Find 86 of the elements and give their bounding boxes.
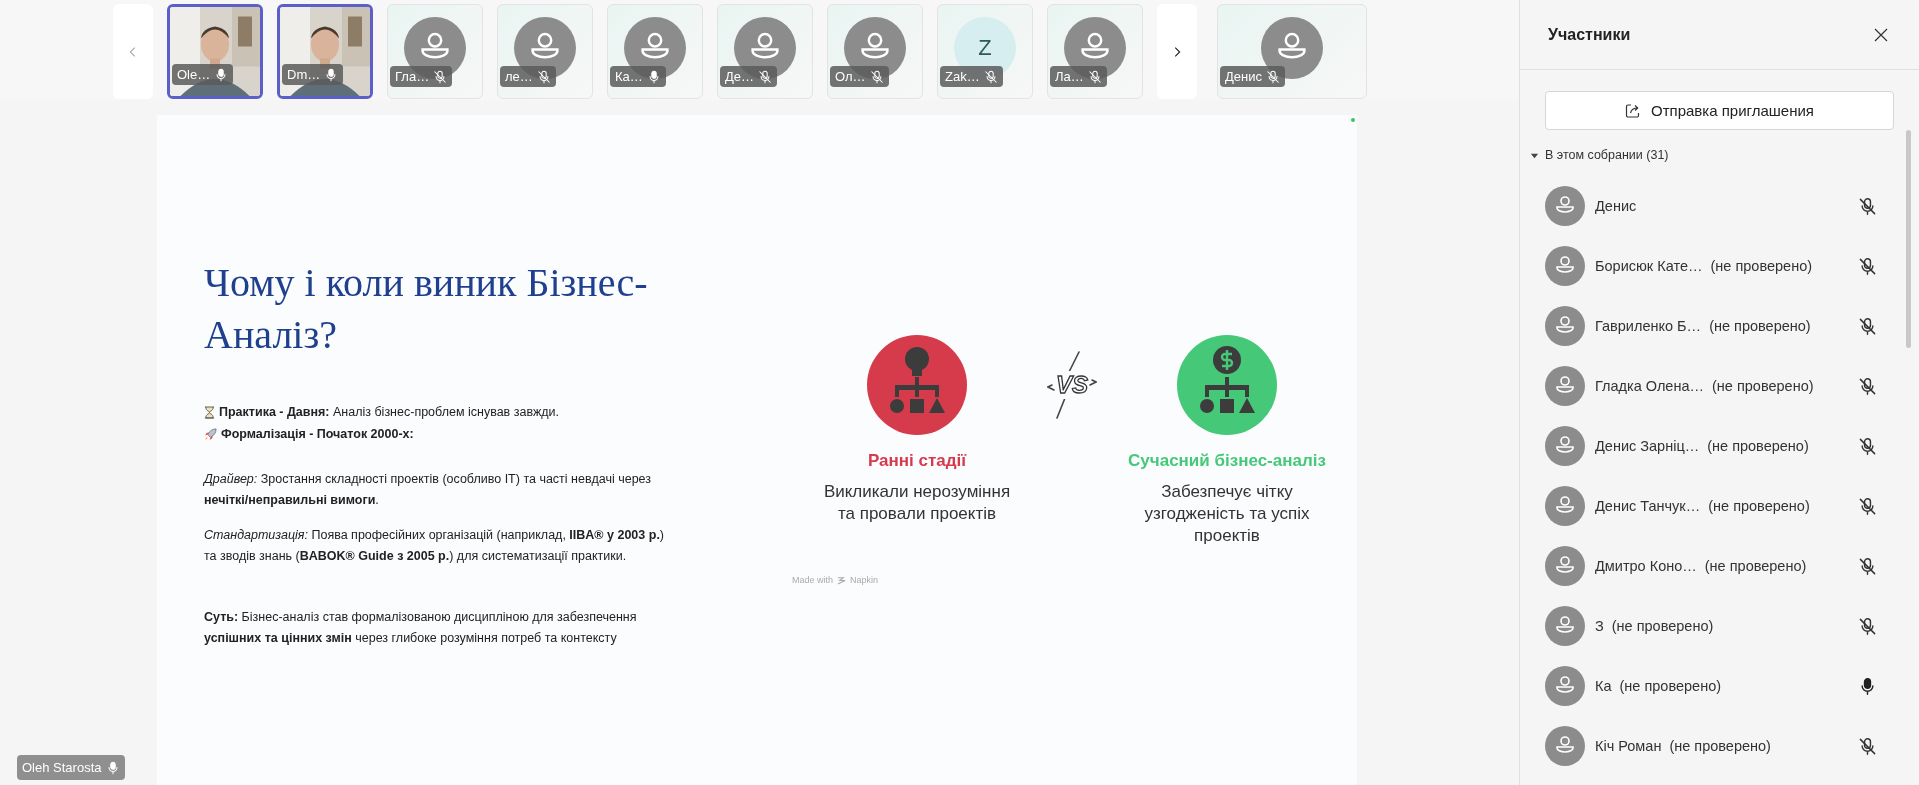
participant-name: Кіч Роман bbox=[1595, 738, 1662, 754]
paragraph: Стандартизація: Поява професійних організацій (наприклад, IIBA® у 2003 р.) та зводів знань (BABOK® Guide з 2005 р.) для систематизації практики. bbox=[204, 527, 666, 565]
verification-status: (не проверено) bbox=[1708, 498, 1810, 514]
napkin-logo-icon bbox=[837, 575, 847, 585]
participant-row[interactable]: Денис bbox=[1545, 176, 1895, 236]
avatar-icon bbox=[1545, 426, 1585, 466]
participant-name: Dm… bbox=[287, 67, 321, 82]
avatar-icon bbox=[1261, 17, 1323, 79]
participant-name: Денис Танчук… bbox=[1595, 498, 1701, 514]
verification-status: (не проверено) bbox=[1709, 318, 1811, 334]
participant-tile[interactable]: Dm… bbox=[277, 4, 373, 99]
participant-name: Денис Зарніц… bbox=[1595, 438, 1700, 454]
avatar-icon bbox=[1545, 306, 1585, 346]
bullet-text: Практика - Давня: Аналіз бізнес-проблем існував завжди. bbox=[219, 404, 559, 421]
verification-status: (не проверено) bbox=[1611, 618, 1714, 634]
participant-tile[interactable]: Ole… bbox=[167, 4, 263, 99]
verification-status: (не проверено) bbox=[1712, 378, 1814, 394]
verification-status: (не проверено) bbox=[1704, 558, 1807, 574]
participant-tile[interactable]: Гла… bbox=[387, 4, 483, 99]
participant-name: Денис bbox=[1595, 198, 1637, 214]
avatar-icon bbox=[1545, 606, 1585, 646]
vs-label: VS bbox=[1055, 371, 1089, 399]
avatar-icon bbox=[1545, 366, 1585, 406]
participant-row[interactable]: Денис Зарніц… (не проверено) bbox=[1545, 416, 1895, 476]
invite-button[interactable]: Отправка приглашения bbox=[1545, 91, 1894, 130]
avatar-icon bbox=[1545, 186, 1585, 226]
share-icon bbox=[1625, 102, 1641, 119]
participant-name: Гладка Олена… bbox=[1595, 378, 1704, 394]
rocket-icon bbox=[204, 427, 217, 441]
verification-status: (не проверено) bbox=[1669, 738, 1771, 754]
participant-tile[interactable]: ле… bbox=[497, 4, 593, 99]
avatar-icon bbox=[1545, 486, 1585, 526]
avatar-icon bbox=[1545, 546, 1585, 586]
section-header[interactable]: В этом собрании (31) bbox=[1530, 148, 1669, 162]
participant-name: З bbox=[1595, 618, 1604, 634]
credit-text: Made with bbox=[792, 575, 834, 585]
participant-name: Дмитро Коно… bbox=[1595, 558, 1697, 574]
bullet-text: Формалізація - Початок 2000-х: bbox=[221, 426, 414, 443]
participant-tile[interactable]: Ла… bbox=[1047, 4, 1143, 99]
participant-name: Ка bbox=[1595, 678, 1612, 694]
avatar-icon bbox=[1545, 666, 1585, 706]
hourglass-icon bbox=[204, 405, 215, 419]
status-dot bbox=[1351, 118, 1355, 122]
participant-name: ле… bbox=[505, 69, 533, 84]
participant-tile[interactable]: Z Zak… bbox=[937, 4, 1033, 99]
verification-status: (не проверено) bbox=[1707, 438, 1809, 454]
participant-row[interactable]: Борисюк Кате… (не проверено) bbox=[1545, 236, 1895, 296]
participant-row[interactable]: Ка (не проверено) bbox=[1545, 656, 1895, 716]
participant-tile[interactable]: Де… bbox=[717, 4, 813, 99]
lightning-icon bbox=[1047, 350, 1097, 420]
previous-button[interactable] bbox=[113, 4, 153, 99]
paragraph: Драйвер: Зростання складності проектів (особливо IT) та часті невдачі через нечіткі/неправильні вимоги. bbox=[204, 471, 652, 509]
participant-name: Ole… bbox=[177, 67, 211, 82]
participant-row[interactable]: Денис Танчук… (не проверено) bbox=[1545, 476, 1895, 536]
avatar-icon bbox=[1545, 246, 1585, 286]
scrollbar[interactable] bbox=[1906, 130, 1911, 348]
participant-name: Де… bbox=[725, 69, 755, 84]
avatar-icon bbox=[1545, 726, 1585, 766]
participant-name: Ла… bbox=[1055, 69, 1084, 84]
participant-name: Ка… bbox=[615, 69, 643, 84]
participant-name: Ол… bbox=[835, 69, 866, 84]
participant-tile[interactable]: Ол… bbox=[827, 4, 923, 99]
participant-tile[interactable]: Ка… bbox=[607, 4, 703, 99]
paragraph: Суть: Бізнес-аналіз став формалізованою дисципліною для забезпечення успішних та цінних змін через глибоке розуміння потреб та контексту bbox=[204, 609, 638, 647]
brand-text: Napkin bbox=[850, 575, 879, 585]
participant-name: Гла… bbox=[395, 69, 430, 84]
participant-name: Гавриленко Б… bbox=[1595, 318, 1702, 334]
participant-name: Денис bbox=[1225, 69, 1262, 84]
comparison-description: Забезпечує чітку узгодженість та успіх проектів bbox=[1143, 481, 1311, 547]
verification-status: (не проверено) bbox=[1710, 258, 1813, 274]
participant-row[interactable]: Кіч Роман (не проверено) bbox=[1545, 716, 1895, 776]
slide-title: Чому і коли виник Бізнес-Аналіз? bbox=[204, 259, 649, 359]
participant-row[interactable]: Гавриленко Б… (не проверено) bbox=[1545, 296, 1895, 356]
verification-status: (не проверено) bbox=[1619, 678, 1722, 694]
participant-tile[interactable]: Денис bbox=[1217, 4, 1367, 99]
comparison-description: Викликали нерозуміння та провали проектів bbox=[822, 481, 1012, 525]
participant-row[interactable]: Гладка Олена… (не проверено) bbox=[1545, 356, 1895, 416]
presenter-name: Oleh Starosta bbox=[22, 760, 102, 775]
participant-row[interactable]: Дмитро Коно… (не проверено) bbox=[1545, 536, 1895, 596]
participant-name: Борисюк Кате… bbox=[1595, 258, 1703, 274]
participant-row[interactable]: З (не проверено) bbox=[1545, 596, 1895, 656]
comparison-title: Сучасний бізнес-аналіз bbox=[1128, 451, 1326, 471]
close-button[interactable] bbox=[1873, 26, 1889, 43]
next-button[interactable] bbox=[1157, 4, 1197, 99]
panel-title: Участники bbox=[1548, 25, 1631, 44]
comparison-title: Ранні стадії bbox=[867, 451, 967, 471]
